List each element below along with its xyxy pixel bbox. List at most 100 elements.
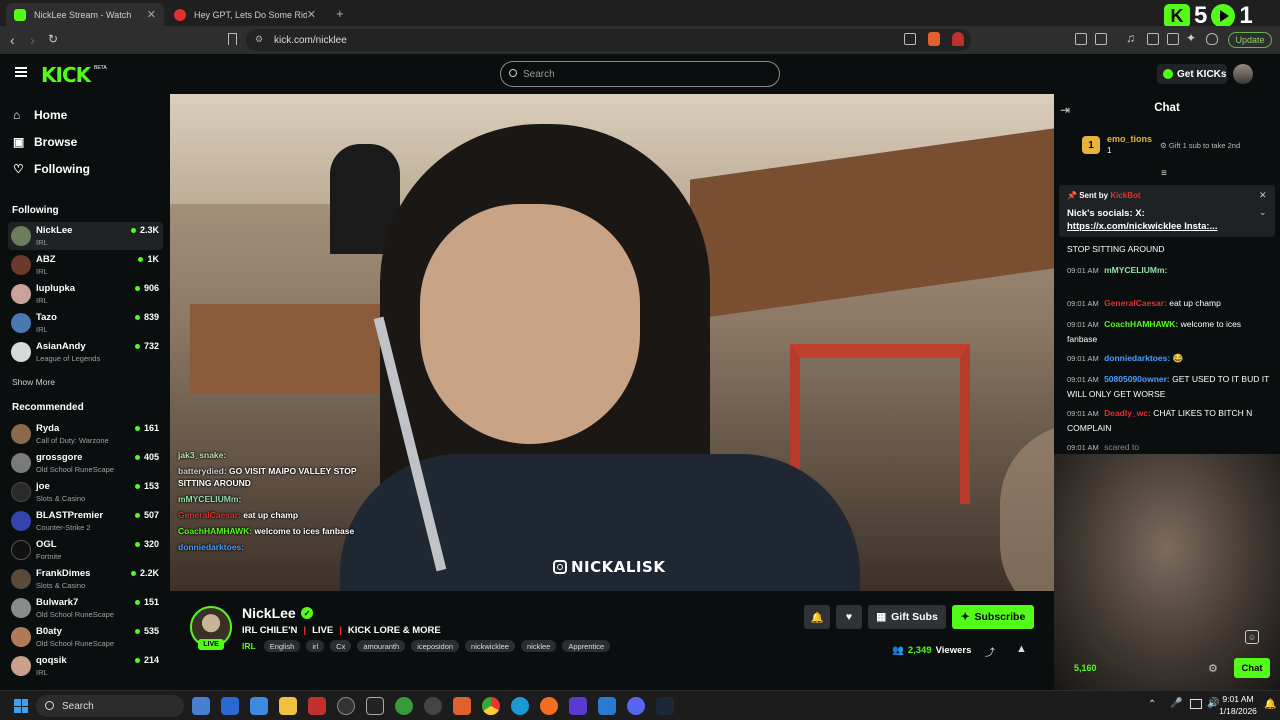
brave-icon[interactable] [453, 697, 471, 715]
app-icon[interactable] [395, 697, 413, 715]
get-kicks-button[interactable]: Get KICKs [1157, 64, 1227, 84]
windows-start-icon[interactable] [14, 699, 28, 713]
unpin-icon[interactable]: ✕ [1259, 190, 1267, 201]
edge-icon[interactable] [511, 697, 529, 715]
site-info-icon[interactable]: ⚙ [255, 34, 263, 45]
chat-username[interactable]: 50805090owner: [1104, 374, 1170, 384]
share-icon[interactable] [904, 33, 916, 45]
sidebar-channel-ryda[interactable]: Ryda Call of Duty: Warzone 161 [8, 420, 163, 448]
app-icon[interactable] [308, 697, 326, 715]
streamer-name[interactable]: NickLee [242, 605, 296, 621]
brave-rewards-icon[interactable] [952, 32, 964, 46]
chat-username[interactable]: GeneralCaesar: [1104, 298, 1167, 308]
display-icon[interactable] [1190, 699, 1202, 709]
pinned-link[interactable]: https://x.com/nickwicklee Insta:... [1067, 221, 1217, 232]
stream-tag[interactable]: Apprentice [562, 640, 611, 652]
gift-subs-button[interactable]: ▦ Gift Subs [868, 605, 946, 629]
notification-bell-button[interactable]: 🔔 [804, 605, 830, 629]
reader-icon[interactable] [1095, 33, 1107, 45]
sidebar-item-browse[interactable]: ▣ Browse [13, 135, 77, 149]
share-icon[interactable]: ⤴ [985, 644, 995, 659]
sidebar-channel-frankdimes[interactable]: FrankDimes Slots & Casino 2.2K [8, 565, 163, 593]
app-icon[interactable] [337, 697, 355, 715]
new-tab-icon[interactable]: + [336, 6, 344, 21]
chat-username[interactable]: donniedarktoes: [1104, 353, 1170, 363]
chevron-up-icon[interactable]: ⌃ [1148, 699, 1156, 710]
stream-tag[interactable]: irl [306, 640, 325, 652]
sidebar-channel-nicklee[interactable]: NickLee IRL 2.3K [8, 222, 163, 250]
app-icon[interactable] [569, 697, 587, 715]
menu-icon[interactable] [15, 67, 27, 77]
sidebar-toggle-icon[interactable] [1147, 33, 1159, 45]
sidebar-channel-tazo[interactable]: Tazo IRL 839 [8, 309, 163, 337]
file-explorer-icon[interactable] [279, 697, 297, 715]
taskbar-search[interactable]: Search [36, 695, 184, 717]
browser-tab-kick[interactable]: NickLee Stream - Watch Live ✕ [6, 3, 164, 26]
sidebar-channel-blastpremier[interactable]: BLASTPremier Counter-Strike 2 507 [8, 507, 163, 535]
gift-hint[interactable]: ⚙ Gift 1 sub to take 2nd [1160, 141, 1240, 150]
sidebar-channel-abz[interactable]: ABZ IRL 1K [8, 251, 163, 279]
sidebar-channel-b0aty[interactable]: B0aty Old School RuneScape 535 [8, 623, 163, 651]
reload-icon[interactable]: ↻ [48, 32, 58, 46]
firefox-icon[interactable] [540, 697, 558, 715]
discord-icon[interactable] [627, 697, 645, 715]
pinned-message[interactable]: 📌 Sent by KickBot Nick's socials: X: htt… [1059, 185, 1275, 237]
chat-username[interactable]: mMYCELIUMm: [1104, 265, 1167, 275]
sidebar-item-home[interactable]: ⌂ Home [13, 108, 67, 122]
kick-logo[interactable]: KICK [41, 63, 91, 87]
app-icon[interactable] [424, 697, 442, 715]
sidebar-channel-grossgore[interactable]: grossgore Old School RuneScape 405 [8, 449, 163, 477]
steam-icon[interactable] [656, 697, 674, 715]
sidebar-channel-bulwark7[interactable]: Bulwark7 Old School RuneScape 151 [8, 594, 163, 622]
sidebar-channel-ogl[interactable]: OGL Fortnite 320 [8, 536, 163, 564]
stream-tag[interactable]: amouranth [357, 640, 406, 652]
close-icon[interactable]: ✕ [307, 8, 316, 21]
back-icon[interactable]: ‹ [10, 32, 15, 48]
report-icon[interactable]: ▲ [1016, 643, 1027, 655]
media-icon[interactable]: ♫ [1126, 31, 1135, 45]
app-icon[interactable] [250, 697, 268, 715]
url-field[interactable]: ⚙ kick.com/nicklee [246, 29, 971, 51]
app-icon[interactable] [366, 697, 384, 715]
show-more-link[interactable]: Show More [12, 377, 55, 387]
system-clock[interactable]: 9:01 AM 1/18/2026 [1218, 693, 1258, 717]
app-icon[interactable] [192, 697, 210, 715]
browser-tab-youtube[interactable]: Hey GPT, Lets Do Some Riddles - Yo ✕ [166, 3, 324, 26]
stream-tag[interactable]: nicklee [520, 640, 557, 652]
emote-icon[interactable]: ☺ [1245, 630, 1259, 644]
stream-tag[interactable]: iceposidon [411, 640, 460, 652]
bookmark-icon[interactable] [228, 33, 237, 45]
brave-shields-icon[interactable] [928, 32, 940, 46]
microphone-icon[interactable]: 🎤 [1170, 698, 1182, 709]
video-player[interactable]: jak3_snake: batterydied: GO VISIT MAIPO … [170, 94, 1054, 591]
sidebar-item-following[interactable]: ♡ Following [13, 162, 90, 176]
stream-tag[interactable]: Cx [330, 640, 352, 652]
settings-gear-icon[interactable]: ⚙ [1208, 662, 1218, 675]
extensions-icon[interactable] [1075, 33, 1087, 45]
user-avatar[interactable] [1233, 64, 1253, 84]
subscribe-button[interactable]: ✦ Subscribe [952, 605, 1034, 629]
chat-send-button[interactable]: Chat [1234, 658, 1270, 678]
vscode-icon[interactable] [598, 697, 616, 715]
channel-points[interactable]: 5,160 [1074, 663, 1097, 673]
follow-button[interactable]: ♥ [836, 605, 862, 629]
notification-icon[interactable]: 🔔 [1264, 699, 1276, 710]
sidebar-channel-asianandy[interactable]: AsianAndy League of Legends 732 [8, 338, 163, 366]
search-input[interactable]: Search [500, 61, 780, 87]
leo-icon[interactable]: ✦ [1186, 31, 1196, 45]
stream-tag[interactable]: nickwicklee [465, 640, 515, 652]
chrome-icon[interactable] [482, 697, 500, 715]
outlook-icon[interactable] [221, 697, 239, 715]
sidebar-channel-joe[interactable]: joe Slots & Casino 153 [8, 478, 163, 506]
wallet-icon[interactable] [1167, 33, 1179, 45]
vpn-icon[interactable] [1206, 33, 1218, 45]
forward-icon[interactable]: › [30, 32, 35, 48]
stream-tag[interactable]: English [263, 640, 301, 652]
stream-category[interactable]: IRL [242, 641, 256, 651]
close-icon[interactable]: ✕ [147, 8, 156, 21]
sidebar-channel-qoqsik[interactable]: qoqsik IRL 214 [8, 652, 163, 680]
expand-leaderboard-icon[interactable]: ≡ [1161, 168, 1167, 179]
chat-username[interactable]: CoachHAMHAWK: [1104, 319, 1178, 329]
update-button[interactable]: Update [1228, 32, 1272, 48]
sidebar-channel-luplupka[interactable]: luplupka IRL 906 [8, 280, 163, 308]
